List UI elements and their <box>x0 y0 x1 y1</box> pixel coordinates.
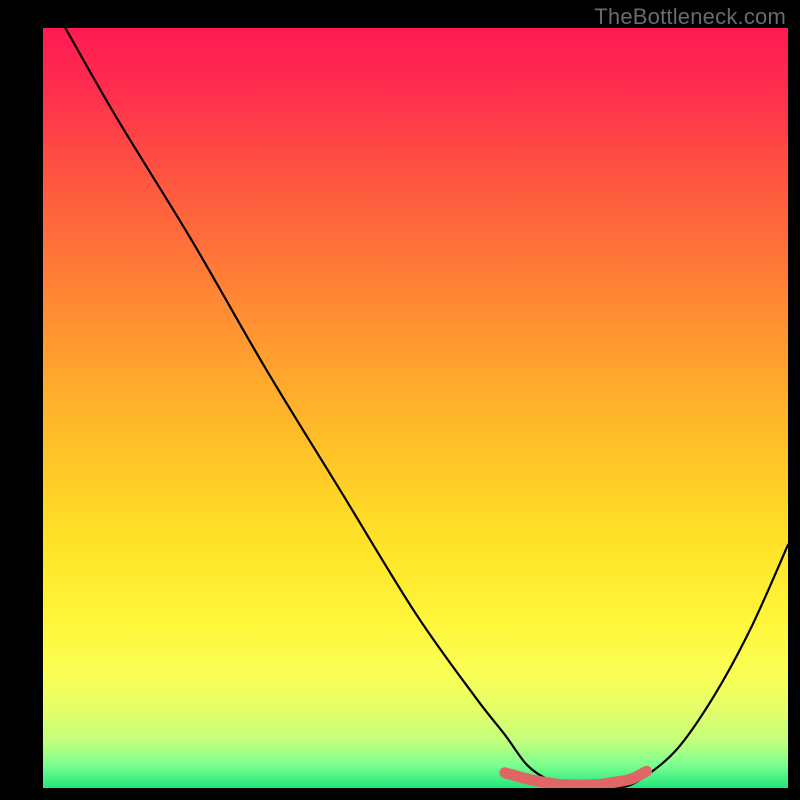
optimal-range-highlight <box>505 771 647 785</box>
chart-svg <box>43 28 788 788</box>
bottleneck-line <box>65 28 788 788</box>
attribution-label: TheBottleneck.com <box>594 4 786 30</box>
plot-area <box>43 28 788 788</box>
